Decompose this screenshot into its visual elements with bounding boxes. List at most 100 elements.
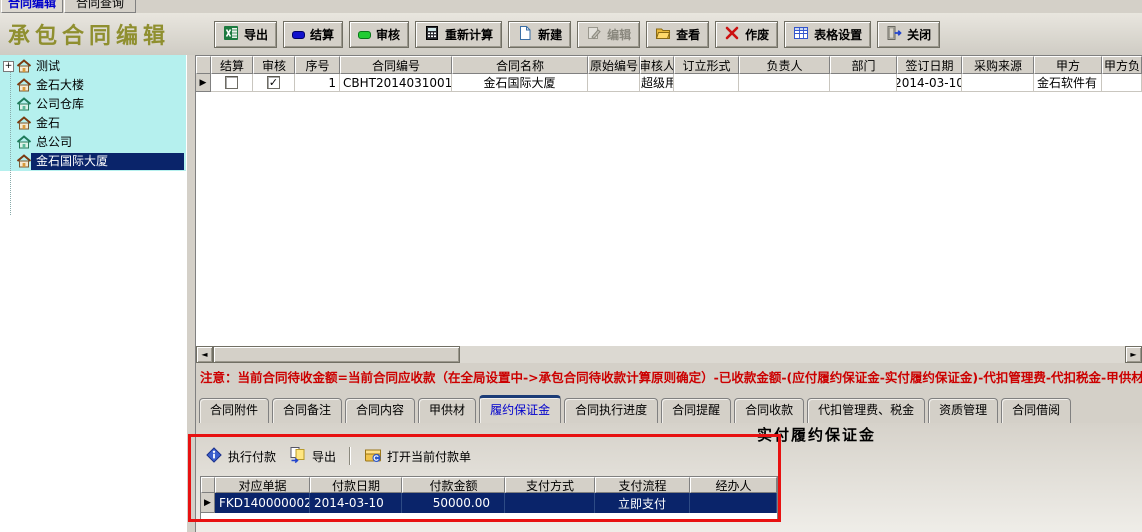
settle-checkbox-unchecked[interactable] (225, 76, 238, 89)
view-button[interactable]: 查看 (646, 21, 709, 48)
house-icon (16, 115, 32, 134)
col-pay-date[interactable]: 付款日期 (310, 477, 402, 493)
tab-contract-reminder[interactable]: 合同提醒 (661, 398, 731, 423)
void-button[interactable]: 作废 (715, 21, 778, 48)
export-payments-label: 导出 (312, 448, 336, 465)
tree-item-jinshi-building[interactable]: 金石大楼 (0, 76, 186, 95)
col-pay-method[interactable]: 支付方式 (505, 477, 595, 493)
tab-contract-remarks[interactable]: 合同备注 (272, 398, 342, 423)
horizontal-scrollbar[interactable]: ◄ ► (196, 346, 1142, 363)
tree-item-label: 公司仓库 (36, 97, 84, 112)
contract-name-cell[interactable]: 金石国际大厦 (452, 74, 588, 92)
col-party-a-resp[interactable]: 甲方负 (1102, 56, 1142, 74)
close-button[interactable]: 关闭 (877, 21, 940, 48)
tab-contract-receipts[interactable]: 合同收款 (734, 398, 804, 423)
row-selector-cell[interactable]: ▶ (201, 493, 215, 513)
scroll-right-button[interactable]: ► (1125, 346, 1142, 363)
audit-button[interactable]: 审核 (349, 21, 409, 48)
export-payments-button[interactable]: 导出 (289, 446, 336, 467)
contracts-grid: 结算 审核 序号 合同编号 合同名称 原始编号 审核人 订立形式 负责人 部门 … (196, 55, 1142, 346)
new-document-icon (517, 25, 533, 44)
tab-contract-progress[interactable]: 合同执行进度 (564, 398, 658, 423)
col-dept[interactable]: 部门 (830, 56, 897, 74)
col-contract-name[interactable]: 合同名称 (452, 56, 588, 74)
tab-contract-borrowing[interactable]: 合同借阅 (1001, 398, 1071, 423)
col-audit[interactable]: 审核 (253, 56, 295, 74)
settle-button[interactable]: 结算 (283, 21, 343, 48)
table-settings-button[interactable]: 表格设置 (784, 21, 871, 48)
tab-performance-bond-selected[interactable]: 履约保证金 (479, 395, 561, 423)
original-no-cell[interactable] (588, 74, 640, 92)
col-original-no[interactable]: 原始编号 (588, 56, 640, 74)
pay-amount-cell[interactable]: 50000.00 (402, 493, 505, 513)
col-voucher[interactable]: 对应单据 (215, 477, 310, 493)
sign-date-cell[interactable]: 2014-03-10 (897, 74, 962, 92)
recalculate-button[interactable]: 重新计算 (415, 21, 502, 48)
col-sign-date[interactable]: 签订日期 (897, 56, 962, 74)
seq-cell[interactable]: 1 (295, 74, 340, 92)
export-button[interactable]: 导出 (214, 21, 277, 48)
col-owner[interactable]: 负责人 (739, 56, 830, 74)
top-tab-bar: 合同编辑 合同查询 (0, 0, 1142, 13)
tab-qualification-mgmt[interactable]: 资质管理 (928, 398, 998, 423)
expand-plus-icon[interactable]: + (3, 61, 14, 72)
tab-contract-attachments[interactable]: 合同附件 (199, 398, 269, 423)
col-purchase-source[interactable]: 采购来源 (962, 56, 1034, 74)
tab-contract-edit[interactable]: 合同编辑 (1, 0, 63, 13)
col-settle[interactable]: 结算 (211, 56, 253, 74)
execute-payment-button[interactable]: 执行付款 (205, 446, 276, 467)
tree-item-label: 金石国际大厦 (31, 153, 184, 170)
payment-diamond-icon (205, 446, 223, 467)
col-contract-no[interactable]: 合同编号 (340, 56, 452, 74)
new-button[interactable]: 新建 (508, 21, 571, 48)
splitter[interactable] (186, 55, 196, 532)
row-selector-cell[interactable]: ▶ (196, 74, 211, 92)
void-label: 作废 (745, 26, 769, 43)
pay-method-cell[interactable] (505, 493, 595, 513)
handler-cell[interactable] (690, 493, 777, 513)
scroll-left-button[interactable]: ◄ (196, 346, 213, 363)
owner-cell[interactable] (739, 74, 830, 92)
open-current-payment-button[interactable]: 打开当前付款单 (364, 446, 471, 467)
house-icon (16, 77, 32, 96)
dept-cell[interactable] (830, 74, 897, 92)
edit-icon (586, 25, 602, 44)
col-party-a[interactable]: 甲方 (1034, 56, 1102, 74)
pay-date-cell[interactable]: 2014-03-10 (310, 493, 402, 513)
row-selector-icon: ▶ (200, 78, 207, 88)
purchase-source-cell[interactable] (962, 74, 1034, 92)
tab-contract-query[interactable]: 合同查询 (64, 0, 136, 13)
red-x-icon (724, 25, 740, 44)
tree-item-company-warehouse[interactable]: 公司仓库 (0, 95, 186, 114)
payment-row-selected[interactable]: ▶ FKD140000002 2014-03-10 50000.00 立即支付 (201, 493, 777, 513)
audit-checkbox-checked[interactable]: ✓ (267, 76, 280, 89)
settle-cell (211, 74, 253, 92)
col-seq[interactable]: 序号 (295, 56, 340, 74)
org-tree-panel: + 测试 金石大楼 公司仓库 金石 总公司 金石国际大厦 (0, 55, 186, 532)
scrollbar-thumb[interactable] (213, 346, 460, 363)
tree-item-label: 总公司 (36, 135, 72, 150)
col-handler[interactable]: 经办人 (690, 477, 777, 493)
tree-item-jinshi-international-selected[interactable]: 金石国际大厦 (0, 152, 186, 171)
audit-cell: ✓ (253, 74, 295, 92)
excel-icon (223, 25, 239, 44)
tree-item-jinshi[interactable]: 金石 (0, 114, 186, 133)
col-form[interactable]: 订立形式 (674, 56, 739, 74)
tree-item-test[interactable]: + 测试 (0, 57, 186, 76)
col-pay-flow[interactable]: 支付流程 (595, 477, 690, 493)
voucher-cell[interactable]: FKD140000002 (215, 493, 310, 513)
contract-row[interactable]: ▶ ✓ 1 CBHT2014031001 金石国际大厦 超级用户 2014-03… (196, 74, 1142, 92)
col-auditor[interactable]: 审核人 (640, 56, 674, 74)
pay-flow-cell[interactable]: 立即支付 (595, 493, 690, 513)
form-cell[interactable] (674, 74, 739, 92)
contract-no-cell[interactable]: CBHT2014031001 (340, 74, 452, 92)
col-pay-amount[interactable]: 付款金额 (402, 477, 505, 493)
tab-party-a-materials[interactable]: 甲供材 (418, 398, 476, 423)
tab-withheld-fees-tax[interactable]: 代扣管理费、税金 (807, 398, 925, 423)
party-a-resp-cell[interactable] (1102, 74, 1142, 92)
auditor-cell[interactable]: 超级用户 (640, 74, 674, 92)
tab-contract-content[interactable]: 合同内容 (345, 398, 415, 423)
party-a-cell[interactable]: 金石软件有 (1034, 74, 1102, 92)
tree-item-head-office[interactable]: 总公司 (0, 133, 186, 152)
edit-button[interactable]: 编辑 (577, 21, 640, 48)
